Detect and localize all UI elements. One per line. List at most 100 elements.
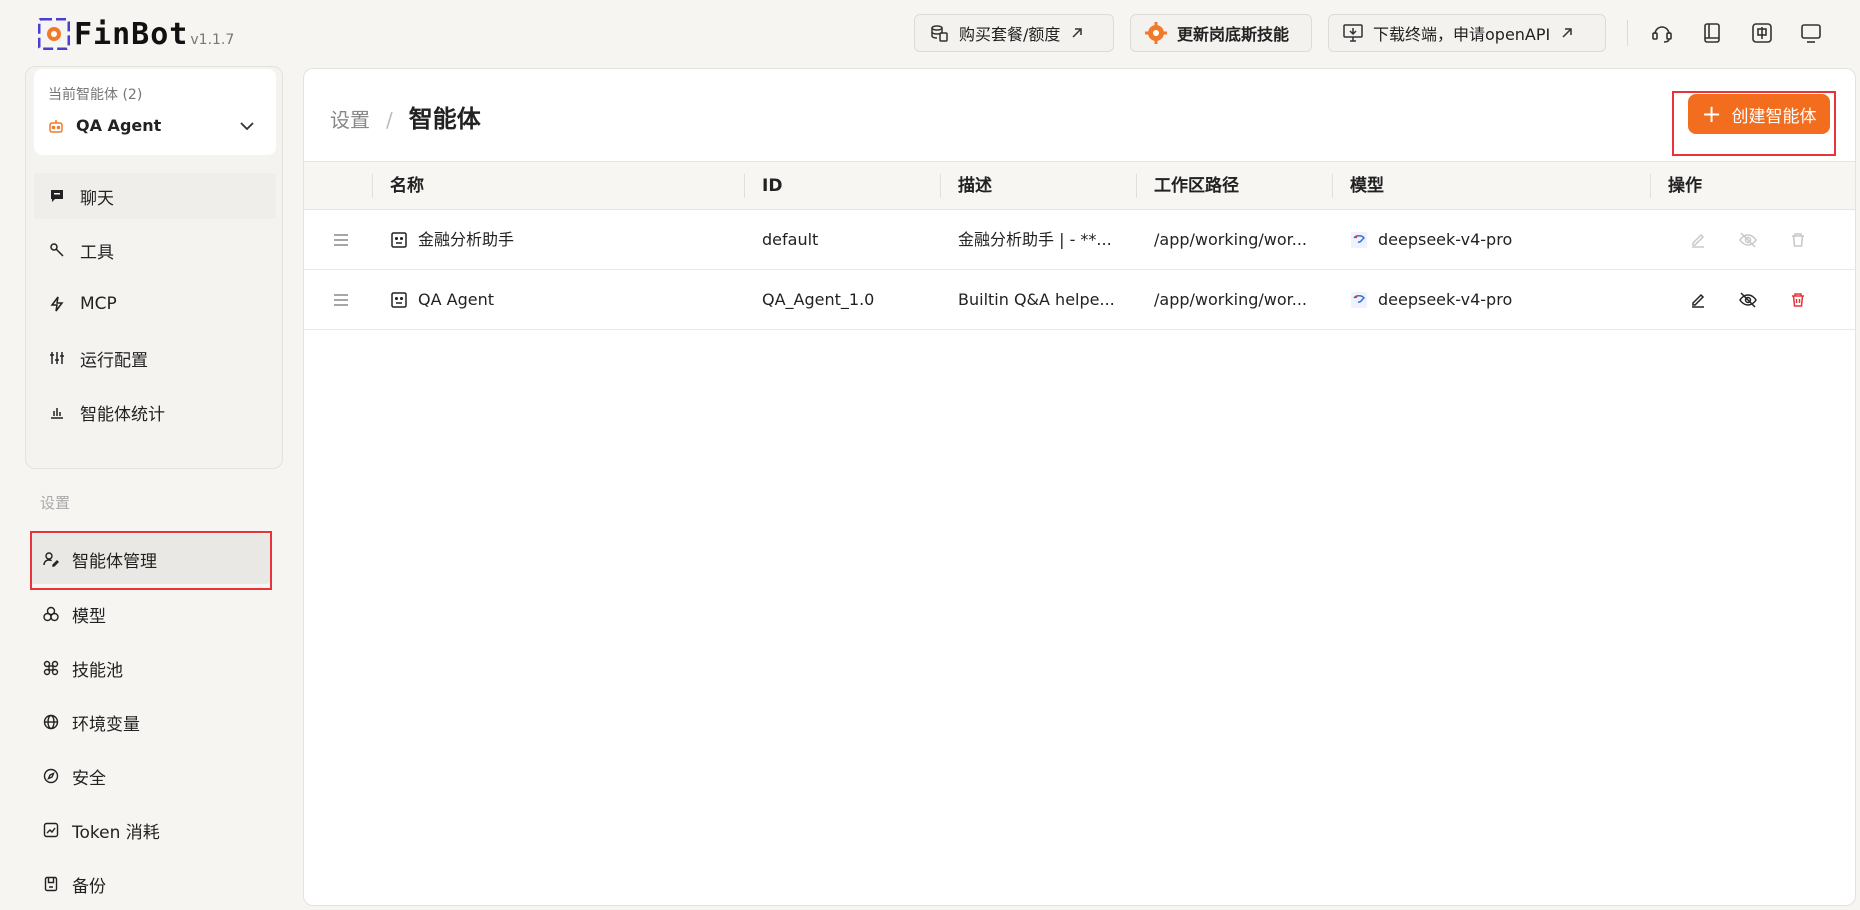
model-name: deepseek-v4-pro xyxy=(1378,290,1513,309)
nav-item-run-config[interactable]: 运行配置 xyxy=(34,335,276,381)
wrench-icon xyxy=(48,241,66,259)
app-logo[interactable]: FinBot v1.1.7 xyxy=(38,14,234,54)
chart-box-icon xyxy=(42,821,60,839)
cell-desc: Builtin Q&A helpe... xyxy=(958,290,1115,309)
sidebar-item-label: 技能池 xyxy=(72,660,123,681)
update-skill-button[interactable]: 更新岗底斯技能 xyxy=(1130,14,1312,52)
hide-icon[interactable] xyxy=(1738,230,1758,250)
robot-icon xyxy=(49,120,63,133)
drag-handle-icon[interactable] xyxy=(332,231,350,249)
buy-package-button[interactable]: 购买套餐/额度 xyxy=(914,14,1114,52)
globe-icon xyxy=(42,713,60,731)
nav-item-label: 智能体统计 xyxy=(80,404,165,425)
column-header-name: 名称 xyxy=(372,162,744,210)
agent-name: QA Agent xyxy=(418,290,494,309)
column-header-id: ID xyxy=(744,162,940,210)
breadcrumb: 设置 / 智能体 xyxy=(330,99,481,134)
command-icon xyxy=(42,659,60,677)
finbot-logo-icon xyxy=(38,18,70,50)
agent-face-icon xyxy=(391,232,407,248)
app-name: FinBot xyxy=(74,17,189,52)
sidebar-item-backup[interactable]: 备份 xyxy=(30,859,270,909)
lightning-icon xyxy=(48,295,66,313)
cell-id: default xyxy=(762,230,819,249)
cell-path: /app/working/wor... xyxy=(1154,290,1307,309)
monitor-icon[interactable] xyxy=(1798,20,1824,46)
drag-handle-icon[interactable] xyxy=(332,291,350,309)
app-version: v1.1.7 xyxy=(190,32,235,48)
sidebar-item-label: 备份 xyxy=(72,876,106,897)
nav-item-mcp[interactable]: MCP xyxy=(34,281,276,327)
agents-table: 名称 ID 描述 工作区路径 模型 操作 金融分析助手 default 金融分析… xyxy=(304,161,1855,330)
nav-item-agent-stats[interactable]: 智能体统计 xyxy=(34,389,276,435)
cell-name: 金融分析助手 xyxy=(372,210,744,270)
nav-item-label: 工具 xyxy=(80,242,114,263)
compass-icon xyxy=(42,767,60,785)
sidebar-item-token-usage[interactable]: Token 消耗 xyxy=(30,805,270,855)
nav-item-chat[interactable]: 聊天 xyxy=(34,173,276,219)
edit-icon[interactable] xyxy=(1688,230,1708,250)
hide-icon[interactable] xyxy=(1738,290,1758,310)
nav-item-tools[interactable]: 工具 xyxy=(34,227,276,273)
external-arrow-icon xyxy=(1562,28,1572,38)
cell-id: QA_Agent_1.0 xyxy=(762,290,875,309)
row-actions xyxy=(1688,290,1838,310)
breadcrumb-parent[interactable]: 设置 xyxy=(330,104,370,133)
sidebar-item-label: Token 消耗 xyxy=(72,822,160,843)
sidebar-item-label: 模型 xyxy=(72,606,106,627)
sidebar-item-label: 环境变量 xyxy=(72,714,140,735)
sidebar-item-models[interactable]: 模型 xyxy=(30,589,270,639)
sidebar-item-label: 安全 xyxy=(72,768,106,789)
main-panel: 设置 / 智能体 + 创建智能体 名称 ID 描述 工作区路径 模型 操作 金融… xyxy=(303,68,1856,906)
agent-selector[interactable]: 当前智能体 (2) QA Agent xyxy=(34,69,276,155)
agent-name: 金融分析助手 xyxy=(418,230,515,249)
header-divider xyxy=(1627,20,1628,46)
nav-item-label: 聊天 xyxy=(80,188,114,209)
delete-icon[interactable] xyxy=(1788,290,1808,310)
nav-item-label: 运行配置 xyxy=(80,350,148,371)
table-header: 名称 ID 描述 工作区路径 模型 操作 xyxy=(304,162,1855,210)
breadcrumb-separator: / xyxy=(386,108,393,132)
page-title: 智能体 xyxy=(408,105,481,133)
table-row[interactable]: QA Agent QA_Agent_1.0 Builtin Q&A helpe.… xyxy=(304,270,1855,330)
backup-icon xyxy=(42,875,60,893)
gear-icon xyxy=(1145,22,1167,44)
coins-icon xyxy=(931,25,948,42)
create-agent-button[interactable]: + 创建智能体 xyxy=(1688,94,1830,134)
sidebar-item-security[interactable]: 安全 xyxy=(30,751,270,801)
cell-desc: 金融分析助手 | - **... xyxy=(958,230,1112,249)
cell-name: QA Agent xyxy=(372,270,744,330)
agent-face-icon xyxy=(391,292,407,308)
external-arrow-icon xyxy=(1072,28,1083,38)
download-terminal-button[interactable]: 下载终端，申请openAPI xyxy=(1328,14,1606,52)
agent-selector-caption: 当前智能体 (2) xyxy=(48,87,143,103)
sidebar-item-agent-management[interactable]: 智能体管理 xyxy=(30,534,270,584)
current-agent-name: QA Agent xyxy=(76,116,162,135)
column-header-actions: 操作 xyxy=(1650,162,1855,210)
cell-model: deepseek-v4-pro xyxy=(1332,270,1650,330)
sliders-icon xyxy=(48,349,66,367)
table-row[interactable]: 金融分析助手 default 金融分析助手 | - **... /app/wor… xyxy=(304,210,1855,270)
support-icon[interactable] xyxy=(1649,20,1675,46)
monitor-download-icon xyxy=(1343,24,1363,42)
buy-package-label: 购买套餐/额度 xyxy=(959,25,1061,44)
plus-icon: + xyxy=(1701,100,1722,128)
sidebar-item-skill-pool[interactable]: 技能池 xyxy=(30,643,270,693)
agent-panel: 当前智能体 (2) QA Agent 聊天 工具 MCP 运行配置 智能体统计 xyxy=(25,66,283,469)
column-header-desc: 描述 xyxy=(940,162,1136,210)
row-actions xyxy=(1688,230,1838,250)
download-terminal-label: 下载终端，申请openAPI xyxy=(1373,25,1551,44)
chevron-down-icon[interactable] xyxy=(238,117,256,135)
column-header-path: 工作区路径 xyxy=(1136,162,1332,210)
edit-icon[interactable] xyxy=(1688,290,1708,310)
model-name: deepseek-v4-pro xyxy=(1378,230,1513,249)
model-icon xyxy=(42,605,60,623)
language-icon[interactable] xyxy=(1749,20,1775,46)
sidebar-item-env-vars[interactable]: 环境变量 xyxy=(30,697,270,747)
delete-icon[interactable] xyxy=(1788,230,1808,250)
update-skill-label: 更新岗底斯技能 xyxy=(1177,25,1290,44)
deepseek-logo-icon xyxy=(1351,292,1367,308)
create-agent-label: 创建智能体 xyxy=(1731,106,1817,127)
column-header-model: 模型 xyxy=(1332,162,1650,210)
book-icon[interactable] xyxy=(1699,20,1725,46)
